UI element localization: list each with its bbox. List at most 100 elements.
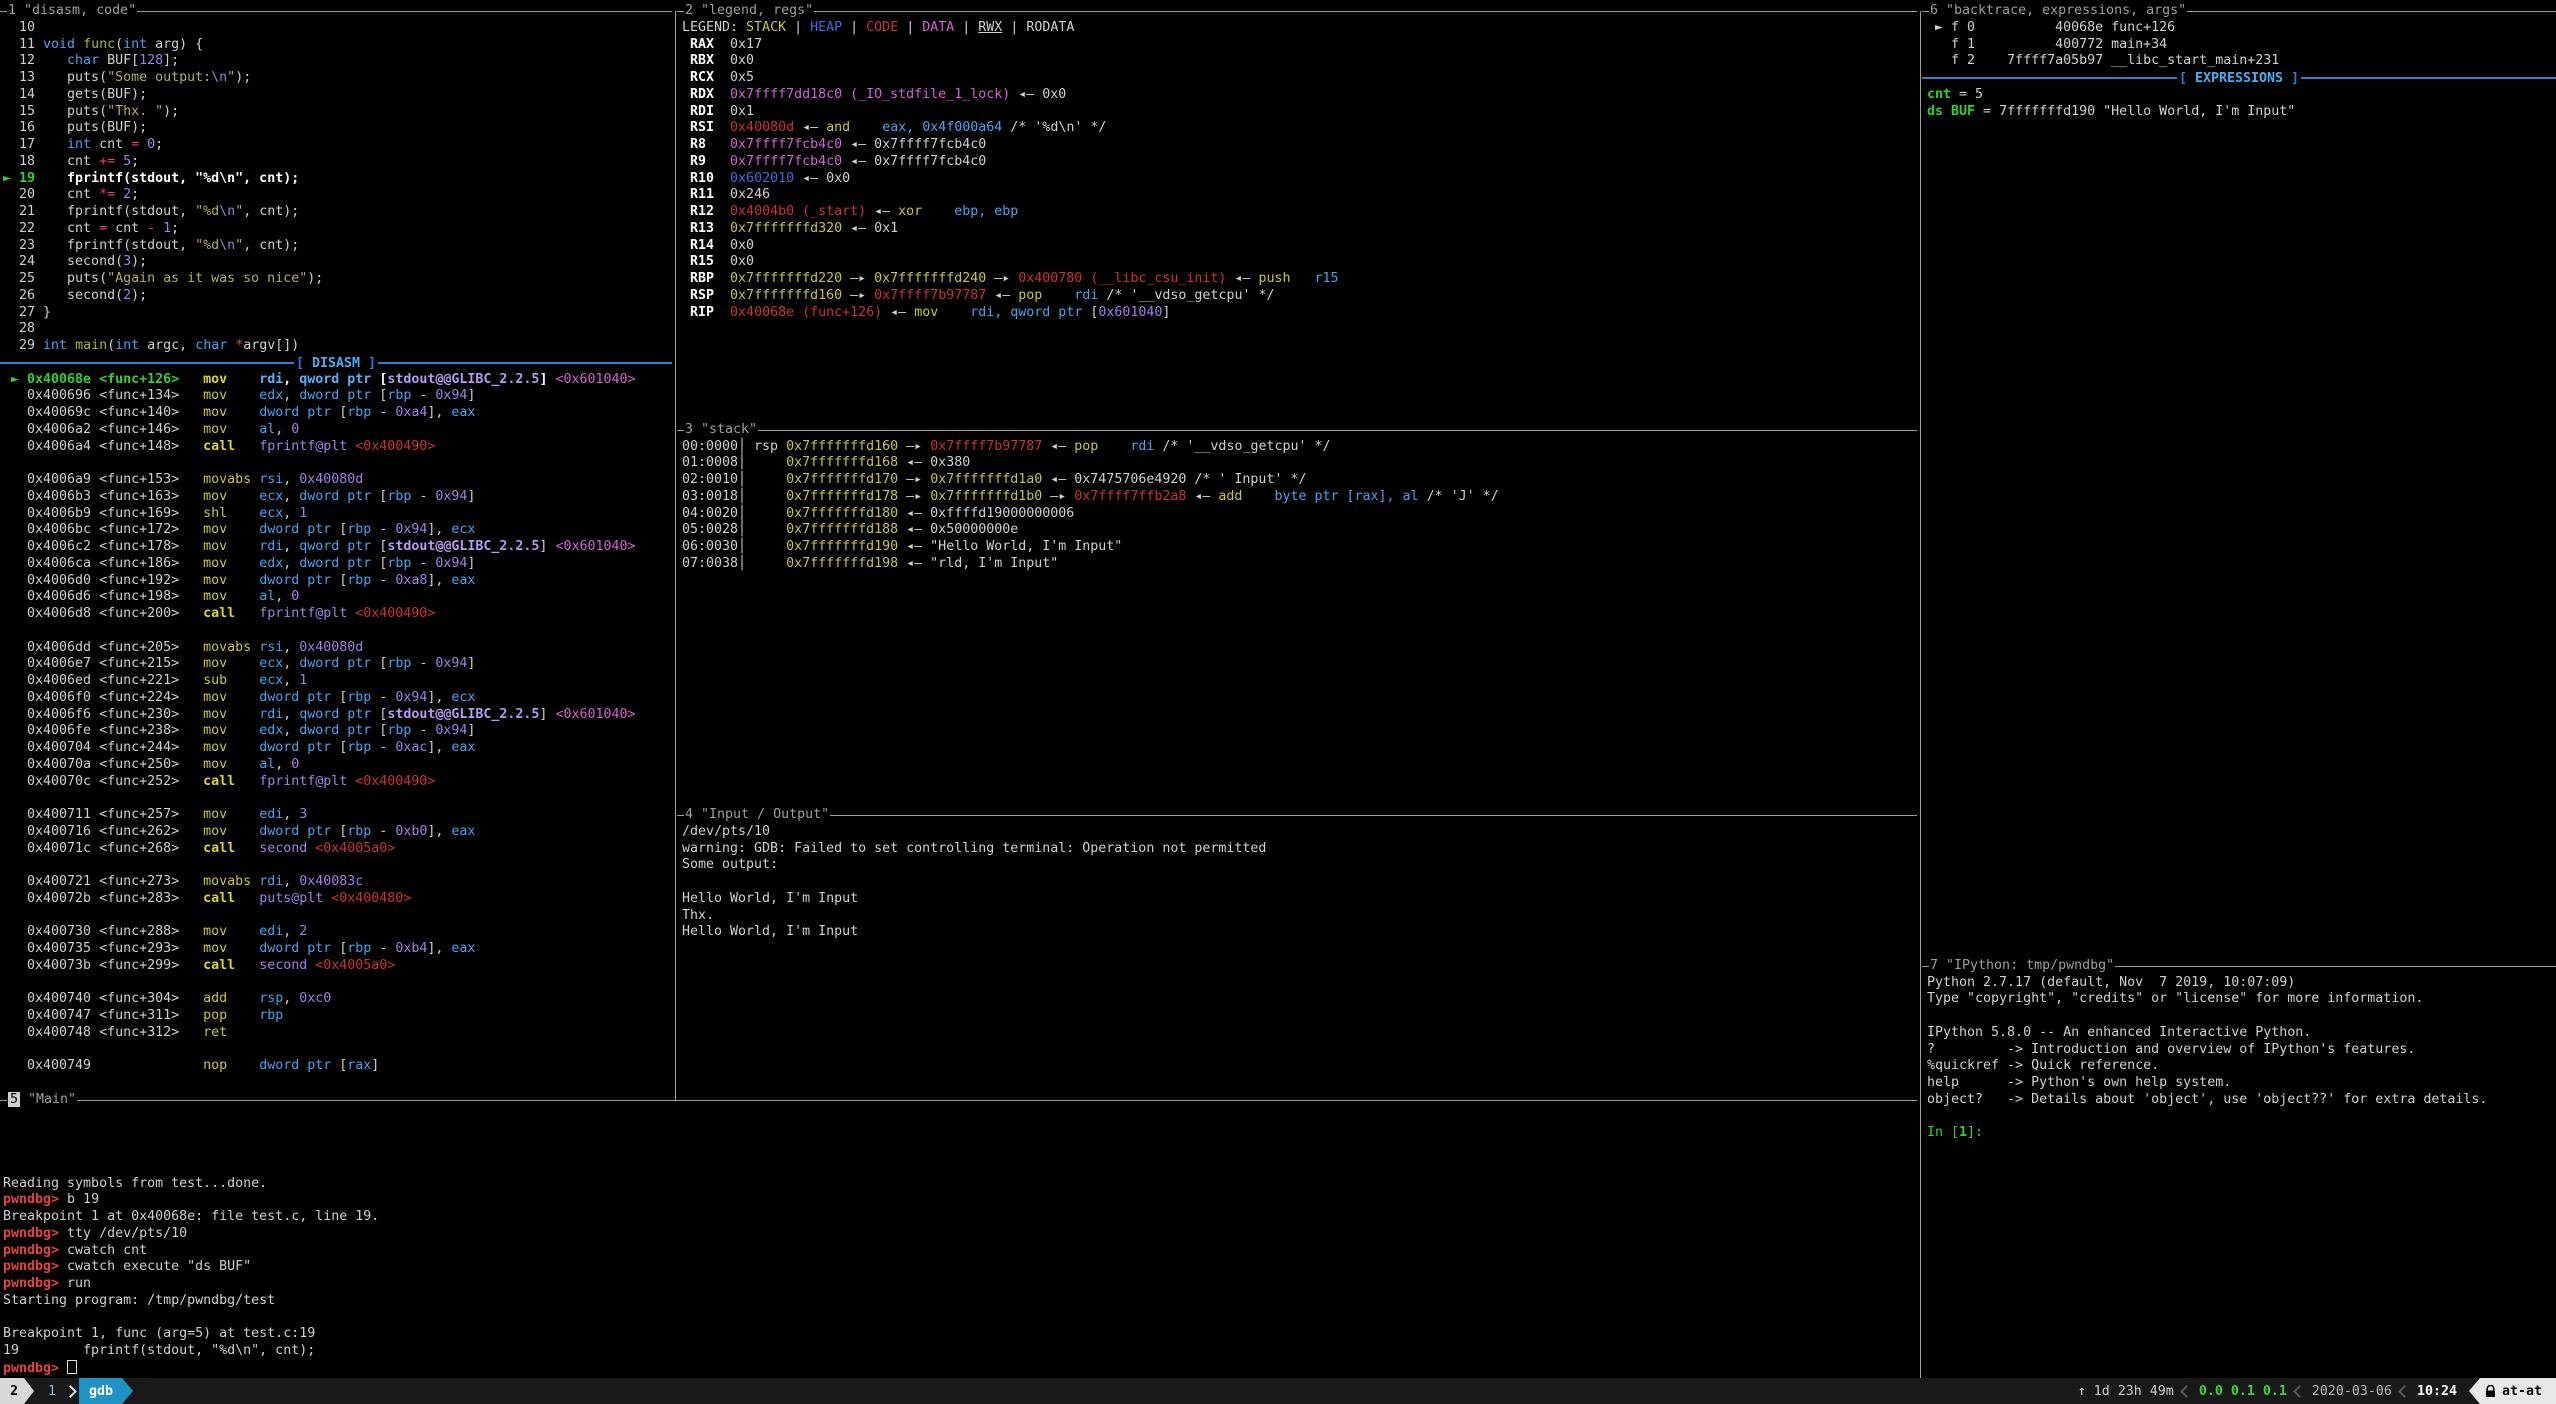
status-right: ↑ 1d 23h 49m 0.0 0.1 0.1 2020-03-06 10:2… — [2078, 1378, 2556, 1404]
terminal-line: 0x400730 <func+288> mov edi, 2 — [3, 924, 636, 941]
terminal-line: 05:0028│ 0x7fffffffd188 ◂— 0x50000000e — [682, 522, 1499, 539]
terminal-line: 12 char BUF[128]; — [3, 53, 323, 70]
terminal-line: R8 0x7ffff7fcb4c0 ◂— 0x7ffff7fcb4c0 — [682, 137, 1339, 154]
terminal-line: Starting program: /tmp/pwndbg/test — [3, 1293, 379, 1310]
pane-border-io: 4 "Input / Output" — [677, 807, 1917, 824]
pane-border-main: 5 "Main" — [0, 1092, 1917, 1109]
backtrace-panel[interactable]: ► f 0 40068e func+126 f 1 400772 main+34… — [1927, 20, 2279, 70]
terminal-line: 0x40070a <func+250> mov al, 0 — [3, 757, 636, 774]
terminal-line: 0x4006fe <func+238> mov edx, dword ptr [… — [3, 723, 636, 740]
disassembly-listing[interactable]: ► 0x40068e <func+126> mov rdi, qword ptr… — [3, 372, 636, 1076]
terminal-line: 11 void func(int arg) { — [3, 37, 323, 54]
terminal-line: 0x40073b <func+299> call second <0x4005a… — [3, 958, 636, 975]
terminal-line: 26 second(2); — [3, 288, 323, 305]
terminal-line: 0x400704 <func+244> mov dword ptr [rbp -… — [3, 740, 636, 757]
io-panel[interactable]: /dev/pts/10warning: GDB: Failed to set c… — [682, 824, 1266, 941]
terminal-line: 0x4006c2 <func+178> mov rdi, qword ptr [… — [3, 539, 636, 556]
terminal-line: pwndbg> run — [3, 1276, 379, 1293]
expressions-section-header: [ EXPRESSIONS ] — [1922, 70, 2556, 87]
ipython-console[interactable]: Python 2.7.17 (default, Nov 7 2019, 10:0… — [1927, 975, 2487, 1143]
registers-panel[interactable]: LEGEND: STACK | HEAP | CODE | DATA | RWX… — [682, 20, 1339, 322]
terminal-line: 0x4006d8 <func+200> call fprintf@plt <0x… — [3, 606, 636, 623]
terminal-line: 0x400748 <func+312> ret — [3, 1025, 636, 1042]
terminal-line: 29 int main(int argc, char *argv[]) — [3, 338, 323, 355]
terminal-line: 0x4006a4 <func+148> call fprintf@plt <0x… — [3, 439, 636, 456]
terminal-line: RAX 0x17 — [682, 37, 1339, 54]
terminal-line: 28 — [3, 321, 323, 338]
terminal-line: warning: GDB: Failed to set controlling … — [682, 841, 1266, 858]
terminal-line: IPython 5.8.0 -- An enhanced Interactive… — [1927, 1025, 2487, 1042]
terminal-line: 0x40071c <func+268> call second <0x4005a… — [3, 841, 636, 858]
terminal-line: RBX 0x0 — [682, 53, 1339, 70]
terminal-line: LEGEND: STACK | HEAP | CODE | DATA | RWX… — [682, 20, 1339, 37]
terminal-line: 14 gets(BUF); — [3, 87, 323, 104]
terminal-line: 0x4006b3 <func+163> mov ecx, dword ptr [… — [3, 489, 636, 506]
terminal-line: Type "copyright", "credits" or "license"… — [1927, 991, 2487, 1008]
window-index[interactable]: 1 — [48, 1384, 56, 1399]
terminal-line: 0x40072b <func+283> call puts@plt <0x400… — [3, 891, 636, 908]
terminal-line: 0x4006a2 <func+146> mov al, 0 — [3, 422, 636, 439]
terminal-line: 00:0000│ rsp 0x7fffffffd160 —▸ 0x7ffff7b… — [682, 439, 1499, 456]
terminal-line: 13 puts("Some output:\n"); — [3, 70, 323, 87]
terminal-line: ds BUF = 7fffffffd190 "Hello World, I'm … — [1927, 104, 2295, 121]
terminal-line: RSI 0x40080d ◂— and eax, 0x4f000a64 /* '… — [682, 120, 1339, 137]
terminal-line: 24 second(3); — [3, 254, 323, 271]
terminal-line — [3, 1042, 636, 1059]
pane-border-legend-regs: 2 "legend, regs" — [677, 3, 1917, 20]
terminal-line: R11 0x246 — [682, 187, 1339, 204]
window-tab-gdb[interactable]: gdb — [79, 1378, 133, 1404]
terminal-line — [682, 874, 1266, 891]
terminal-line — [3, 908, 636, 925]
disasm-section-header: [ DISASM ] — [0, 355, 672, 372]
terminal-line: 0x4006d0 <func+192> mov dword ptr [rbp -… — [3, 573, 636, 590]
uptime-arrow-icon: ↑ — [2078, 1384, 2086, 1399]
terminal-line: 16 puts(BUF); — [3, 120, 323, 137]
terminal-line: R15 0x0 — [682, 254, 1339, 271]
terminal-line: R9 0x7ffff7fcb4c0 ◂— 0x7ffff7fcb4c0 — [682, 154, 1339, 171]
source-code-listing[interactable]: 10 11 void func(int arg) { 12 char BUF[1… — [3, 20, 323, 355]
tmux-screen: 1 "disasm, code" 2 "legend, regs" 6 "bac… — [0, 0, 2556, 1404]
terminal-line: 0x40070c <func+252> call fprintf@plt <0x… — [3, 774, 636, 791]
terminal-line: 0x4006ed <func+221> sub ecx, 1 — [3, 673, 636, 690]
uptime-text: 1d 23h 49m — [2094, 1384, 2174, 1399]
terminal-line: 0x400716 <func+262> mov dword ptr [rbp -… — [3, 824, 636, 841]
terminal-line: /dev/pts/10 — [682, 824, 1266, 841]
terminal-line: R10 0x602010 ◂— 0x0 — [682, 171, 1339, 188]
terminal-line — [3, 455, 636, 472]
load-average: 0.0 0.1 0.1 — [2199, 1384, 2287, 1399]
terminal-line: 10 — [3, 20, 323, 37]
terminal-line — [3, 857, 636, 874]
terminal-line: help -> Python's own help system. — [1927, 1075, 2487, 1092]
date-text: 2020-03-06 — [2312, 1384, 2392, 1399]
terminal-line: RDI 0x1 — [682, 104, 1339, 121]
terminal-line — [3, 790, 636, 807]
terminal-line: RBP 0x7fffffffd220 —▸ 0x7fffffffd240 —▸ … — [682, 271, 1339, 288]
terminal-line: Hello World, I'm Input — [682, 924, 1266, 941]
terminal-line: Some output: — [682, 857, 1266, 874]
terminal-line: 21 fprintf(stdout, "%d\n", cnt); — [3, 204, 323, 221]
terminal-line: 27 } — [3, 305, 323, 322]
terminal-line: Hello World, I'm Input — [682, 891, 1266, 908]
terminal-line: 25 puts("Again as it was so nice"); — [3, 271, 323, 288]
terminal-line: 17 int cnt = 0; — [3, 137, 323, 154]
terminal-line: %quickref -> Quick reference. — [1927, 1058, 2487, 1075]
pane-divider-left — [675, 11, 676, 1100]
terminal-line: 0x4006a9 <func+153> movabs rsi, 0x40080d — [3, 472, 636, 489]
terminal-line: f 1 400772 main+34 — [1927, 37, 2279, 54]
terminal-line: 0x4006b9 <func+169> shl ecx, 1 — [3, 506, 636, 523]
terminal-line — [1927, 1109, 2487, 1126]
terminal-line: 0x400711 <func+257> mov edi, 3 — [3, 807, 636, 824]
pane-border-disasm-code: 1 "disasm, code" — [0, 3, 672, 20]
terminal-line: Breakpoint 1, func (arg=5) at test.c:19 — [3, 1326, 379, 1343]
terminal-line: 0x4006d6 <func+198> mov al, 0 — [3, 589, 636, 606]
hostname-text: at-at — [2502, 1384, 2542, 1399]
stack-panel[interactable]: 00:0000│ rsp 0x7fffffffd160 —▸ 0x7ffff7b… — [682, 439, 1499, 573]
terminal-line: R13 0x7fffffffd320 ◂— 0x1 — [682, 221, 1339, 238]
expressions-panel[interactable]: cnt = 5ds BUF = 7fffffffd190 "Hello Worl… — [1927, 87, 2295, 121]
terminal-line: 0x40069c <func+140> mov dword ptr [rbp -… — [3, 405, 636, 422]
pane-border-stack: 3 "stack" — [677, 422, 1917, 439]
pane-border-ipython: 7 "IPython: tmp/pwndbg" — [1922, 958, 2556, 975]
terminal-line: R12 0x4004b0 (_start) ◂— xor ebp, ebp — [682, 204, 1339, 221]
session-tab[interactable]: 2 — [0, 1378, 34, 1404]
gdb-console[interactable]: Reading symbols from test...done.pwndbg>… — [3, 1176, 379, 1377]
